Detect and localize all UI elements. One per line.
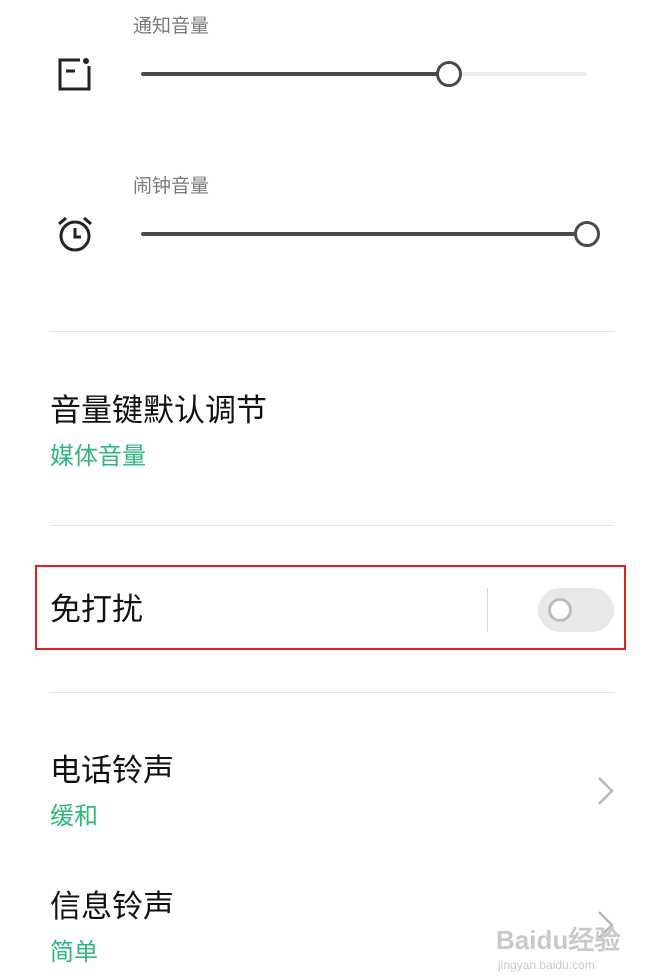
chevron-right-icon (598, 777, 614, 805)
do-not-disturb-toggle[interactable] (538, 588, 614, 632)
notification-volume-slider[interactable] (141, 61, 587, 87)
notification-volume-fill (141, 72, 449, 76)
message-ringtone-title: 信息铃声 (50, 889, 174, 925)
divider (50, 525, 614, 526)
alarm-volume-slider[interactable] (141, 221, 600, 247)
phone-ringtone-title: 电话铃声 (50, 753, 174, 789)
volume-key-default-value: 媒体音量 (50, 442, 146, 470)
do-not-disturb-separator (487, 588, 488, 632)
baidu-jingyan-watermark: Baidu经验 jingyan.baidu.com (496, 906, 626, 974)
alarm-volume-label: 闹钟音量 (133, 175, 210, 197)
phone-ringtone-value: 缓和 (50, 802, 98, 830)
alarm-volume-thumb[interactable] (574, 221, 600, 247)
divider (50, 692, 614, 693)
watermark-main-text: Baidu经验 (496, 925, 621, 955)
divider (50, 331, 614, 332)
volume-key-default-title: 音量键默认调节 (50, 393, 267, 429)
do-not-disturb-title: 免打扰 (50, 592, 143, 628)
alarm-volume-fill (141, 232, 587, 236)
notification-volume-label: 通知音量 (133, 15, 210, 37)
notification-icon (58, 56, 92, 91)
alarm-volume-row: 闹钟音量 (0, 160, 647, 270)
notification-volume-thumb[interactable] (435, 61, 462, 87)
notification-volume-row: 通知音量 (0, 0, 647, 110)
message-ringtone-value: 简单 (50, 938, 98, 966)
toggle-knob (548, 598, 572, 622)
sound-settings-page: 通知音量 闹钟音量 音量键默认调节 媒体音量 免打扰 电话铃声 缓和 信息铃声 … (0, 0, 647, 980)
watermark-url-text: jingyan.baidu.com (498, 958, 595, 972)
alarm-clock-icon (58, 216, 92, 252)
